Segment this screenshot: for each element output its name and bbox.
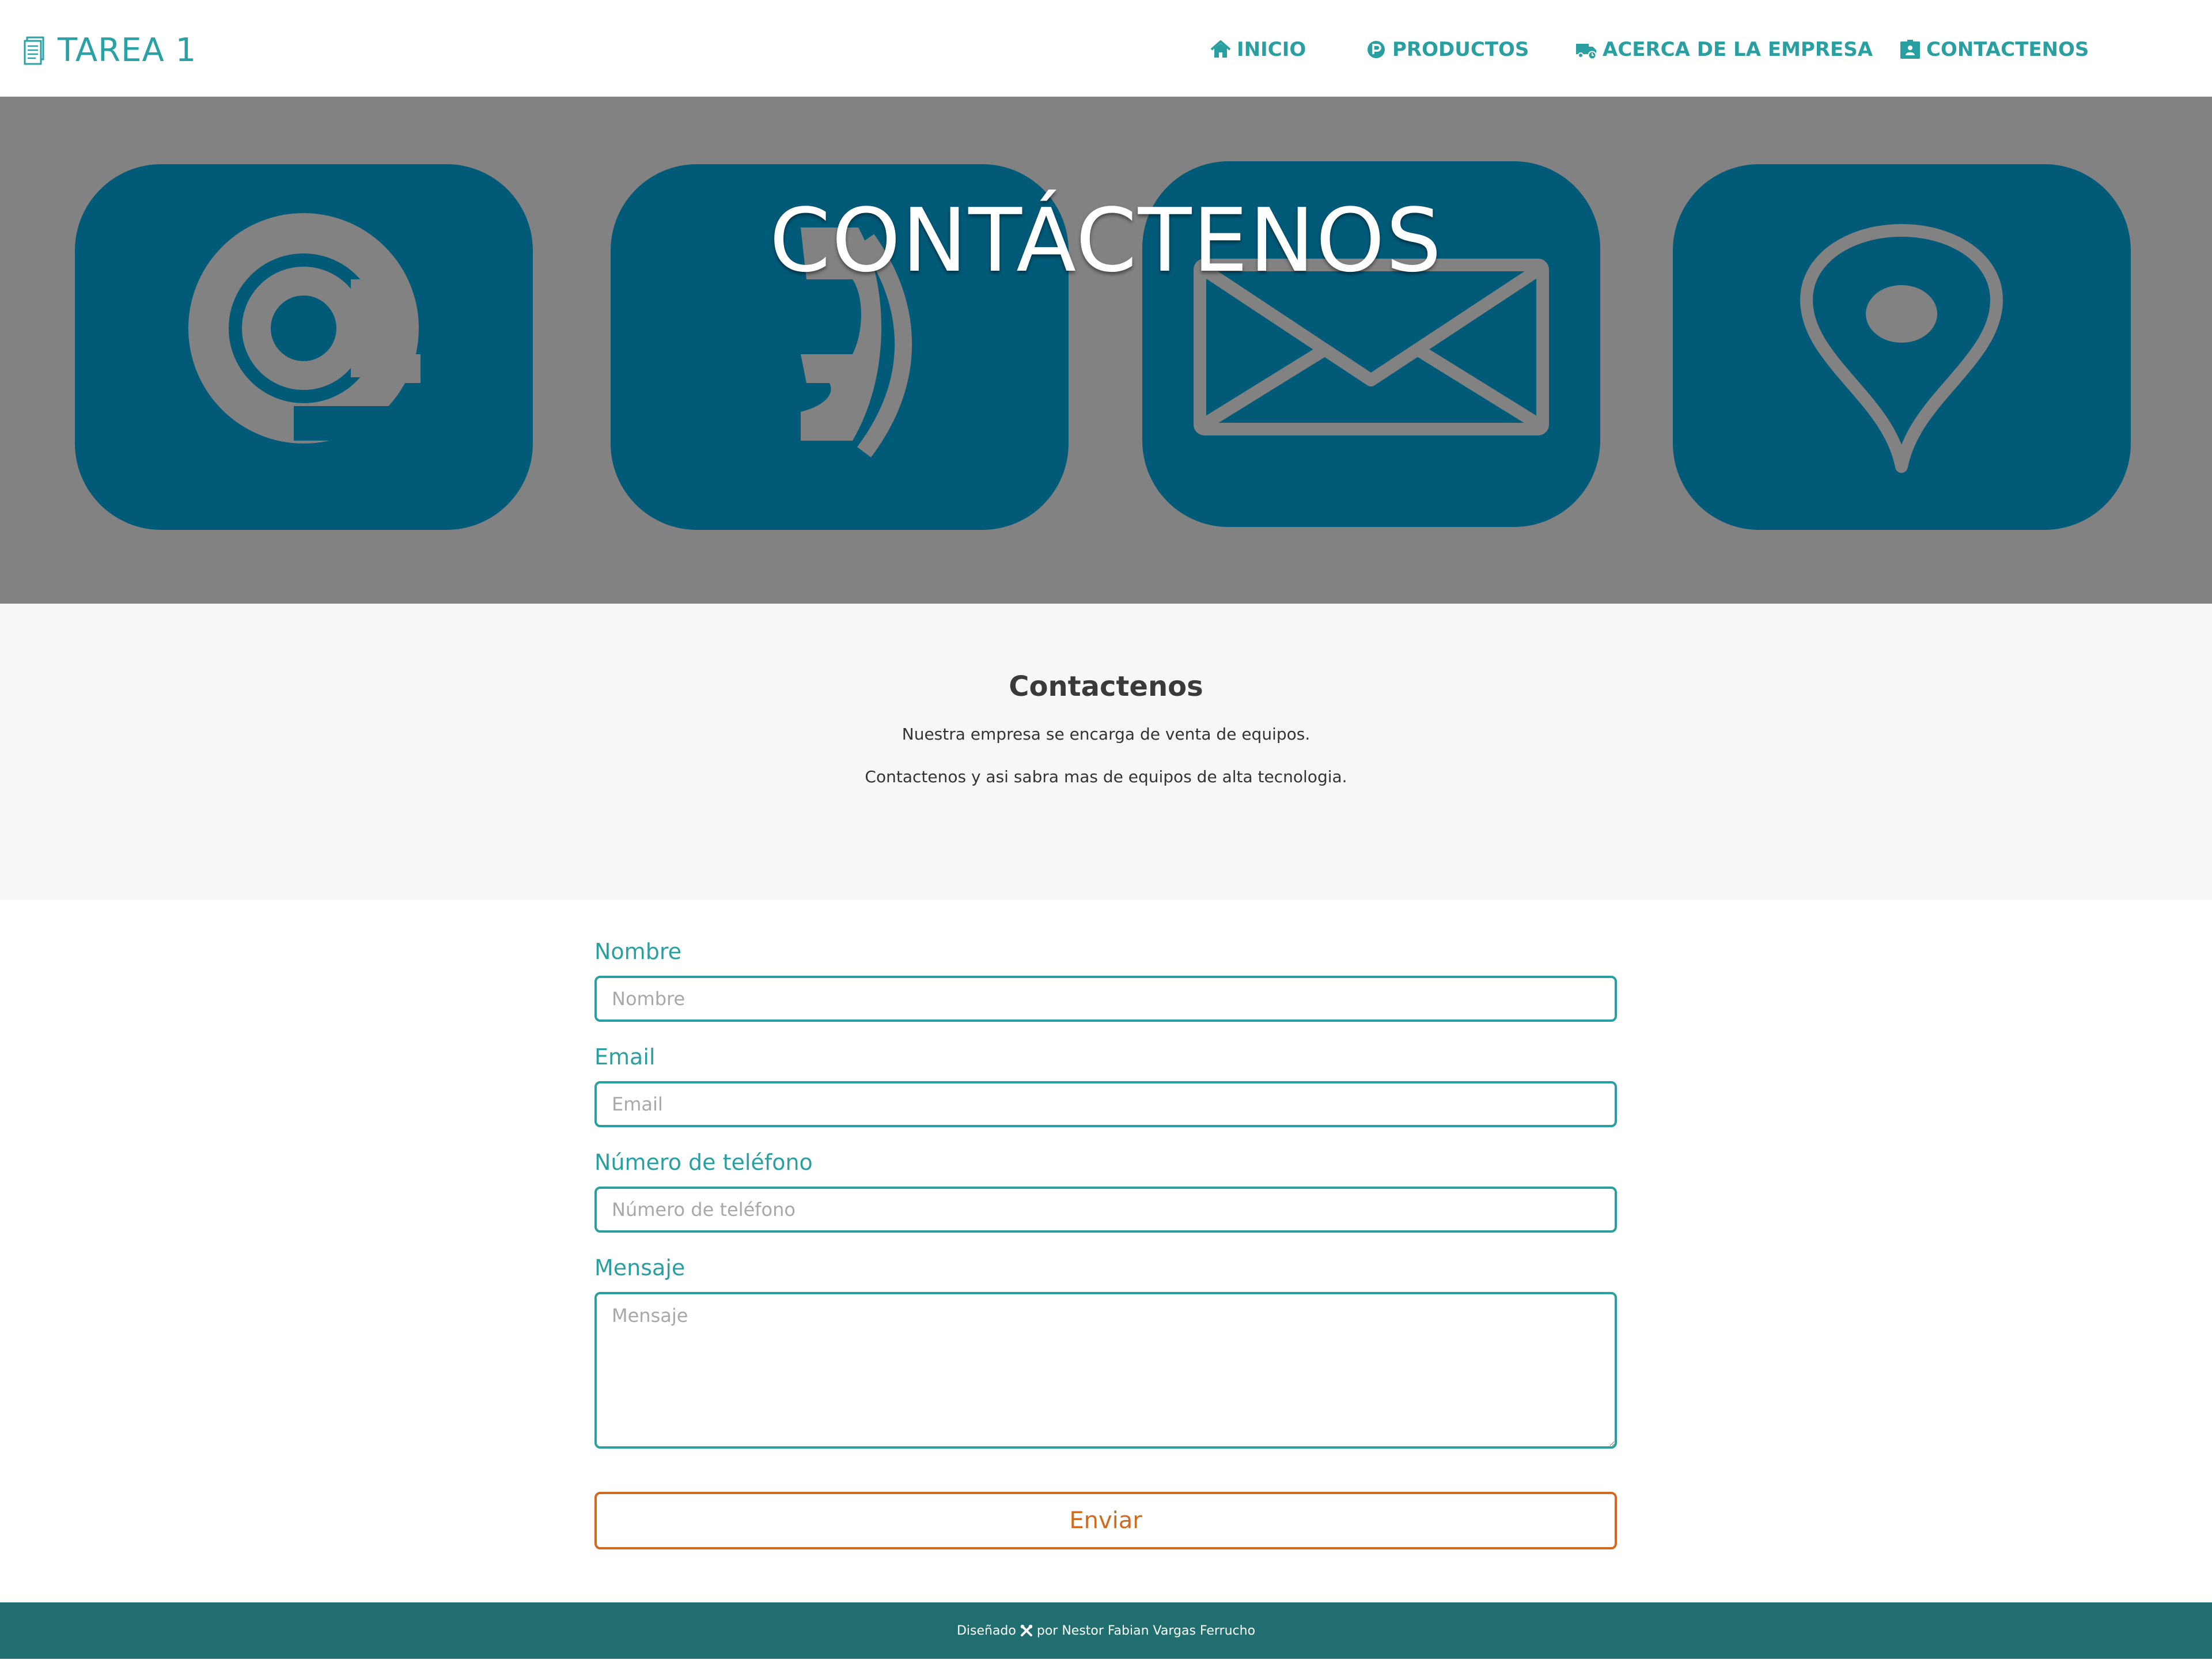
hero-banner: CONTÁCTENOS [0,97,2212,604]
id-badge-icon [1900,40,1920,59]
nav-item-acerca[interactable]: ACERCA DE LA EMPRESA [1575,36,1873,63]
home-icon [1210,40,1231,58]
nav-item-productos[interactable]: PRODUCTOS [1365,36,1529,63]
nav-item-contactenos[interactable]: CONTACTENOS [1899,36,2089,63]
message-textarea[interactable] [594,1292,1617,1449]
info-paragraph-2: Contactenos y asi sabra mas de equipos d… [865,767,1347,786]
nav-item-label: CONTACTENOS [1926,38,2089,61]
info-title: Contactenos [1009,670,1203,703]
parking-circle-icon [1368,41,1385,58]
message-label: Mensaje [594,1255,685,1280]
submit-button[interactable]: Enviar [594,1492,1617,1549]
name-label: Nombre [594,939,681,964]
info-paragraph-1: Nuestra empresa se encarga de venta de e… [902,725,1310,744]
nav-item-inicio[interactable]: INICIO [1209,36,1306,63]
nav-item-label: ACERCA DE LA EMPRESA [1603,38,1873,61]
email-input[interactable] [594,1081,1617,1127]
document-icon [24,36,44,65]
name-input[interactable] [594,976,1617,1022]
phone-input[interactable] [594,1187,1617,1233]
info-section: Contactenos Nuestra empresa se encarga d… [0,604,2212,900]
footer-prefix: Diseñado [956,1623,1016,1638]
nav-item-label: PRODUCTOS [1392,38,1529,61]
tools-icon [1020,1624,1033,1636]
phone-label: Número de teléfono [594,1150,813,1175]
nav-item-label: INICIO [1237,38,1306,61]
shipping-truck-icon [1576,44,1597,60]
email-label: Email [594,1044,656,1070]
footer-credit: por Nestor Fabian Vargas Ferrucho [1036,1623,1256,1638]
hero-title: CONTÁCTENOS [769,190,1443,291]
top-navbar: TAREA 1 INICIO PRODUCTOS ACERCA DE LA EM… [0,0,2212,97]
footer: Diseñado por Nestor Fabian Vargas Ferruc… [0,1602,2212,1659]
brand-title: TAREA 1 [58,32,197,69]
brand-link[interactable]: TAREA 1 [23,33,196,68]
